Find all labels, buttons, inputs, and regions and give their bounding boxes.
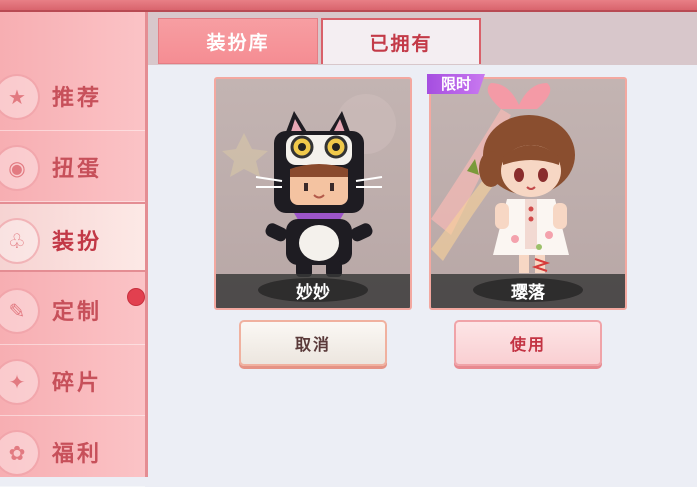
sidebar-item-custom[interactable]: ✎ 定制 [0, 274, 145, 345]
limited-time-badge: 限时 [427, 74, 485, 94]
use-button[interactable]: 使用 [454, 320, 602, 366]
outfit-name: 璎落 [511, 283, 545, 303]
notification-dot [127, 288, 145, 306]
sidebar-item-label: 碎片 [52, 371, 103, 396]
sidebar-item-fragments[interactable]: ✦ 碎片 [0, 345, 145, 416]
outfit-card[interactable]: 妙妙 [214, 77, 412, 310]
shirt-icon: ♧ [0, 218, 40, 264]
category-sidebar: ★ 推荐 ◉ 扭蛋 ♧ 装扮 ✎ 定制 ✦ 碎片 ✿ 福利 [0, 12, 148, 487]
sidebar-item-label: 福利 [52, 442, 103, 467]
outfit-name-bar: 璎落 [431, 274, 625, 308]
sidebar-item-recommend[interactable]: ★ 推荐 [0, 60, 145, 131]
sidebar-item-welfare[interactable]: ✿ 福利 [0, 416, 145, 487]
capsule-icon: ◉ [0, 145, 40, 191]
pencil-icon: ✎ [0, 288, 40, 334]
tab-strip: 装扮库 已拥有 [148, 12, 697, 65]
outfit-card[interactable]: 璎落 [429, 77, 627, 310]
top-bar [0, 0, 697, 12]
sidebar-item-gacha[interactable]: ◉ 扭蛋 [0, 131, 145, 202]
cancel-button[interactable]: 取消 [239, 320, 387, 366]
sidebar-item-label: 推荐 [52, 86, 103, 111]
puzzle-icon: ✦ [0, 359, 40, 405]
gift-icon: ✿ [0, 430, 40, 476]
tab-owned[interactable]: 已拥有 [321, 18, 481, 64]
star-icon: ★ [0, 74, 40, 120]
tab-outfit-library[interactable]: 装扮库 [158, 18, 318, 64]
sidebar-item-outfit[interactable]: ♧ 装扮 [0, 202, 145, 272]
sidebar-item-label: 扭蛋 [52, 157, 103, 182]
sidebar-item-label: 装扮 [52, 230, 103, 255]
sidebar-item-label: 定制 [52, 300, 103, 325]
outfit-name-bar: 妙妙 [216, 274, 410, 308]
outfit-name: 妙妙 [296, 283, 330, 303]
